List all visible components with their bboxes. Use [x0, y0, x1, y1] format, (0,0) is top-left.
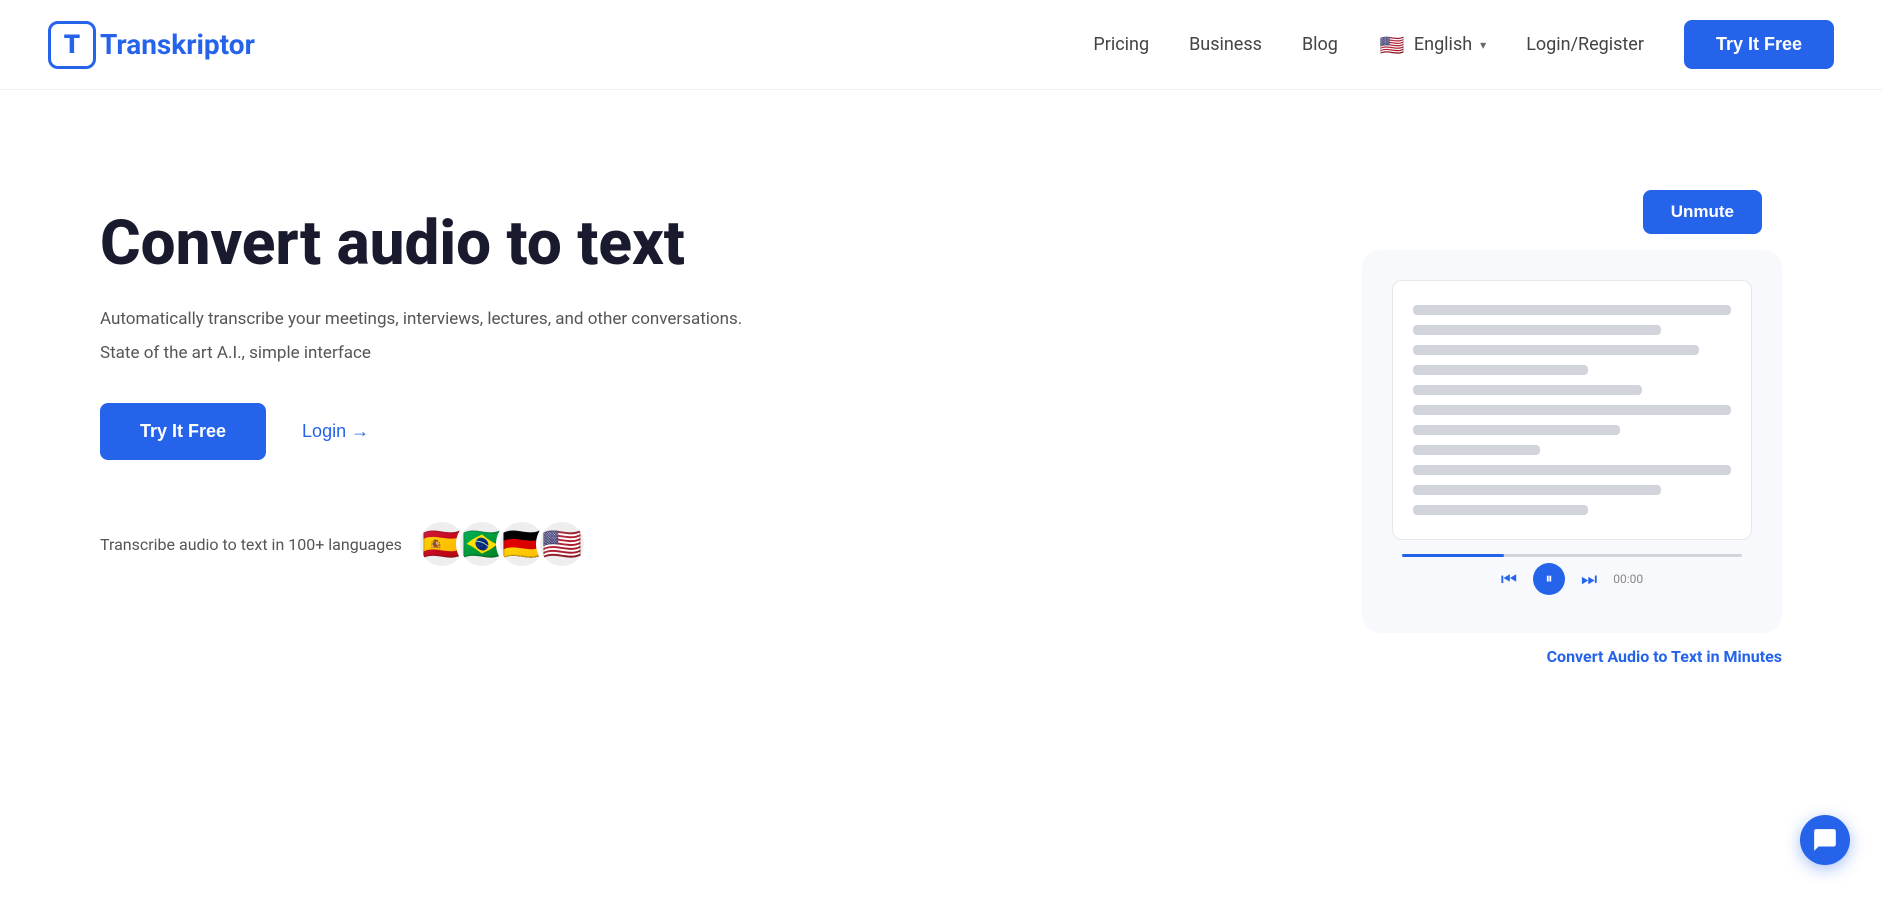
text-line-3: [1413, 345, 1699, 355]
logo-icon: T: [48, 21, 96, 69]
text-line-4: [1413, 365, 1588, 375]
logo[interactable]: T Transkriptor: [48, 21, 255, 69]
pause-icon: ⏸: [1546, 571, 1553, 587]
login-hero-button[interactable]: Login →: [302, 421, 369, 442]
text-line-2: [1413, 325, 1661, 335]
text-line-10: [1413, 485, 1661, 495]
chat-icon: [1812, 827, 1838, 853]
try-free-nav-button[interactable]: Try It Free: [1684, 20, 1834, 69]
audio-progress-fill: [1402, 554, 1504, 557]
hero-description: Automatically transcribe your meetings, …: [100, 306, 742, 333]
pause-button[interactable]: ⏸: [1533, 563, 1565, 595]
text-line-11: [1413, 505, 1588, 515]
skip-forward-icon[interactable]: ⏭: [1581, 569, 1597, 590]
flags-row: 🇪🇸 🇧🇷 🇩🇪 🇺🇸: [418, 520, 586, 568]
text-line-6: [1413, 405, 1731, 415]
hero-lang-text: Transcribe audio to text in 100+ languag…: [100, 535, 402, 554]
nav-business[interactable]: Business: [1189, 34, 1262, 55]
text-line-7: [1413, 425, 1620, 435]
chat-bubble-button[interactable]: [1800, 815, 1850, 865]
text-line-1: [1413, 305, 1731, 315]
skip-back-icon[interactable]: ⏮: [1501, 569, 1517, 590]
hero-subtitle: State of the art A.I., simple interface: [100, 343, 742, 363]
hero-title: Convert audio to text: [100, 210, 742, 278]
try-free-hero-button[interactable]: Try It Free: [100, 403, 266, 460]
audio-bar: [1392, 540, 1752, 563]
transcript-card: ⏮ ⏸ ⏭ 00:00: [1362, 250, 1782, 633]
nav-pricing[interactable]: Pricing: [1093, 34, 1149, 55]
nav-blog[interactable]: Blog: [1302, 34, 1338, 55]
transcript-text-area: [1392, 280, 1752, 540]
text-line-8: [1413, 445, 1540, 455]
hero-actions: Try It Free Login →: [100, 403, 742, 460]
nav-links: Pricing Business Blog 🇺🇸 English ▾ Login…: [1093, 20, 1834, 69]
unmute-button[interactable]: Unmute: [1643, 190, 1762, 234]
brand-name: Transkriptor: [100, 28, 255, 61]
hero-languages: Transcribe audio to text in 100+ languag…: [100, 520, 742, 568]
login-register-link[interactable]: Login/Register: [1526, 34, 1644, 55]
navbar: T Transkriptor Pricing Business Blog 🇺🇸 …: [0, 0, 1882, 90]
audio-time: 00:00: [1613, 572, 1643, 586]
hero-left: Convert audio to text Automatically tran…: [100, 170, 742, 568]
hero-section: Convert audio to text Automatically tran…: [0, 90, 1882, 790]
hero-right: Unmute ⏮: [1362, 190, 1782, 666]
audio-progress-bar[interactable]: [1402, 554, 1742, 557]
language-label: English: [1414, 34, 1472, 55]
language-selector[interactable]: 🇺🇸 English ▾: [1378, 31, 1486, 59]
chevron-down-icon: ▾: [1480, 38, 1486, 52]
flag-usa: 🇺🇸: [538, 520, 586, 568]
text-line-5: [1413, 385, 1642, 395]
text-line-9: [1413, 465, 1731, 475]
card-caption: Convert Audio to Text in Minutes: [1547, 647, 1782, 666]
us-flag-icon: 🇺🇸: [1378, 31, 1406, 59]
